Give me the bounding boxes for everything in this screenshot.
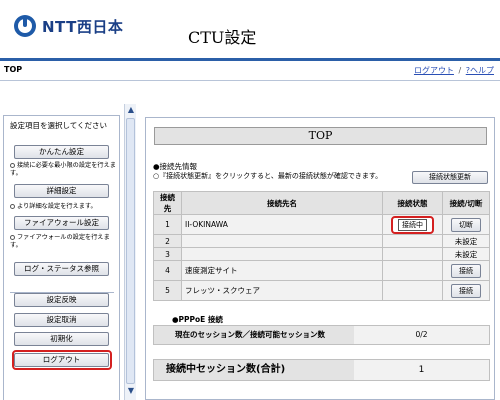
bullet-icon [10,234,15,240]
table-row: 2 未設定 [153,234,490,248]
ntt-logo: NTT西日本 [14,15,123,37]
connection-section-note: ○『接続状態更新』をクリックすると、最新の接続状態が確認できます。 [153,172,383,180]
pppoe-session-value: 0/2 [354,326,489,344]
connect-button[interactable]: 接続 [451,283,481,298]
logo-text: NTT西日本 [42,17,124,36]
total-sessions-label: 接続中セッション数(合計) [154,360,354,380]
status-badge: 接続中 [398,218,427,231]
row-name: II-OKINAWA [181,214,383,235]
header-name: 接続先名 [181,191,383,215]
bullet-icon [10,203,15,209]
logout-button[interactable]: ログアウト [14,353,109,367]
row-status [382,234,443,248]
scroll-thumb[interactable] [126,118,135,384]
row-action: 未設定 [442,247,490,261]
log-status-button[interactable]: ログ・ステータス参照 [14,262,109,276]
header-num: 接続先 [153,191,182,215]
link-separator: / [458,66,462,75]
row-name: フレッツ・スクウェア [181,280,383,301]
page-title: TOP [4,65,23,74]
logout-link[interactable]: ログアウト [414,66,454,75]
connect-button[interactable]: 接続 [451,263,481,278]
disconnect-button[interactable]: 切断 [451,217,481,232]
app-header: NTT西日本 CTU設定 [0,0,500,58]
scrollbar[interactable]: ▲ ▼ [124,104,136,400]
detail-setup-note: より詳細な設定を行えます。 [10,203,118,211]
row-num: 2 [153,234,182,248]
bullet-icon [10,162,15,168]
row-name: 速度測定サイト [181,260,383,281]
firewall-setup-button[interactable]: ファイアウォール設定 [14,216,109,230]
app-title: CTU設定 [188,28,257,47]
table-row: 5 フレッツ・スクウェア 接続 [153,280,490,301]
table-row: 3 未設定 [153,247,490,261]
main-title: TOP [154,127,487,145]
cancel-settings-button[interactable]: 設定取消 [14,313,109,327]
row-action: 切断 [442,214,490,235]
help-link[interactable]: ?ヘルプ [466,66,494,75]
row-status [382,247,443,261]
scroll-up-icon[interactable]: ▲ [126,105,136,115]
refresh-status-button[interactable]: 接続状態更新 [412,171,488,184]
apply-settings-button[interactable]: 設定反映 [14,293,109,307]
header-status: 接続状態 [382,191,443,215]
main-panel: TOP ●接続先情報 ○『接続状態更新』をクリックすると、最新の接続状態が確認で… [145,117,495,400]
pppoe-session-row: 現在のセッション数／接続可能セッション数 0/2 [153,325,490,345]
table-row: 4 速度測定サイト 接続 [153,260,490,281]
row-status [382,260,443,281]
status-highlight: 接続中 [391,215,434,234]
easy-setup-note: 接続に必要な最小限の設定を行えます。 [10,162,116,177]
row-name [181,247,383,261]
pppoe-heading: ●PPPoE 接続 [172,315,223,324]
table-row: 1 II-OKINAWA 接続中 切断 [153,214,490,235]
row-action: 接続 [442,260,490,281]
initialize-button[interactable]: 初期化 [14,332,109,346]
topbar-links: ログアウト / ?ヘルプ [414,65,494,76]
row-num: 1 [153,214,182,235]
row-num: 3 [153,247,182,261]
row-name [181,234,383,248]
sidebar-heading: 設定項目を選択してください [10,121,108,130]
header-action: 接続/切断 [442,191,490,215]
table-header-row: 接続先 接続先名 接続状態 接続/切断 [153,191,490,215]
sidebar: 設定項目を選択してください かんたん設定 接続に必要な最小限の設定を行えます。 … [3,115,120,400]
row-action: 未設定 [442,234,490,248]
row-num: 5 [153,280,182,301]
connection-table: 接続先 接続先名 接続状態 接続/切断 1 II-OKINAWA 接続中 切断 … [153,191,490,301]
row-status: 接続中 [382,214,443,235]
ntt-logo-icon [14,15,36,37]
row-status [382,280,443,301]
detail-setup-button[interactable]: 詳細設定 [14,184,109,198]
total-sessions-row: 接続中セッション数(合計) 1 [153,359,490,381]
pppoe-session-label: 現在のセッション数／接続可能セッション数 [154,326,354,344]
easy-setup-button[interactable]: かんたん設定 [14,145,109,159]
row-action: 接続 [442,280,490,301]
scroll-down-icon[interactable]: ▼ [126,386,136,396]
total-sessions-value: 1 [354,360,489,380]
row-num: 4 [153,260,182,281]
top-bar: TOP ログアウト / ?ヘルプ [0,61,500,81]
firewall-setup-note: ファイアウォールの設定を行えます。 [10,234,110,249]
